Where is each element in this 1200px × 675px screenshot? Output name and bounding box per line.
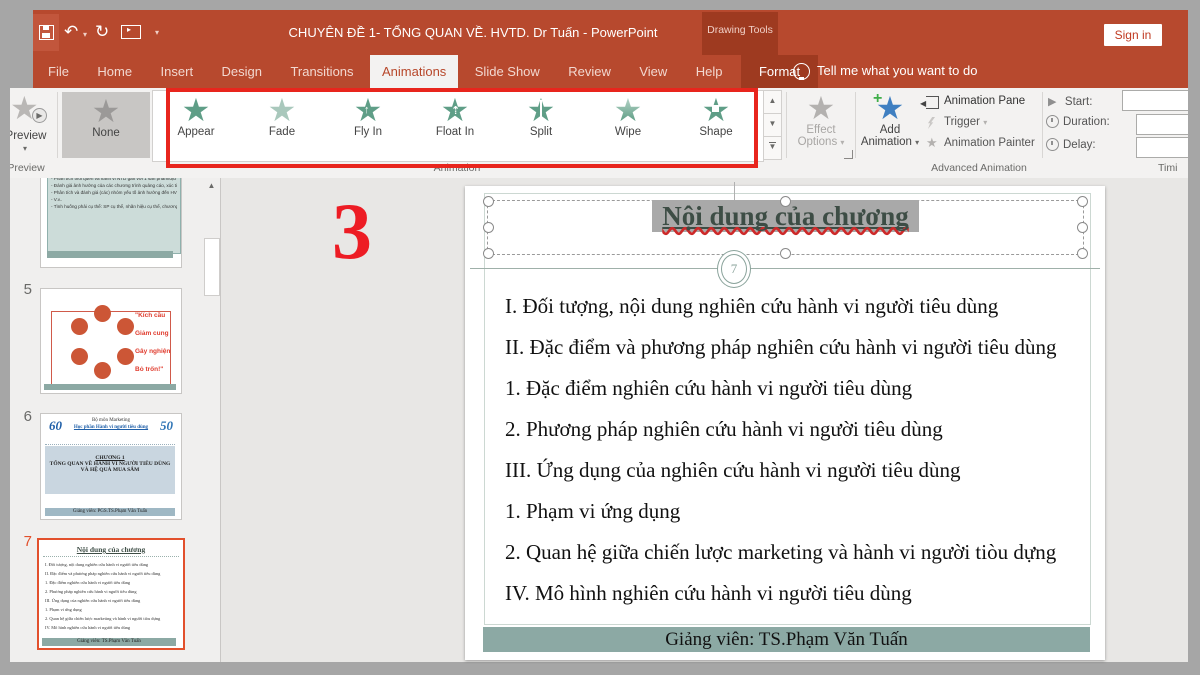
content-line: III. Ứng dụng của nghiên cứu hành vi ngư… [505,458,1057,483]
selection-handle[interactable] [483,222,494,233]
duration-row: Duration: [1046,115,1110,128]
preview-button[interactable]: ★ ▶ Preview ▾ [10,90,56,160]
content-line: I. Đối tượng, nội dung nghiên cứu hành v… [505,294,1057,319]
content-line: 1. Phạm vi ứng dụng [505,499,1057,524]
content-line: II. Đặc điểm và phương pháp nghiên cứu h… [505,335,1057,360]
selection-handle[interactable] [780,196,791,207]
tab-file[interactable]: File [36,55,81,88]
annotation-step-number: 3 [332,192,372,272]
animation-painter-star-icon: ★ [926,135,938,151]
selection-handle[interactable] [1077,222,1088,233]
duration-label: Duration: [1063,116,1110,128]
delay-timer-icon [1046,138,1059,151]
content-textbox[interactable]: I. Đối tượng, nội dung nghiên cứu hành v… [505,294,1057,606]
selection-handle[interactable] [1077,248,1088,259]
ribbon-tab-row: File Home Insert Design Transitions Anim… [33,55,1188,88]
start-input[interactable] [1122,90,1188,111]
thumbnail-number-7: 7 [14,533,32,550]
tab-view[interactable]: View [627,55,679,88]
thumbnail-slide-6[interactable]: 60 50 Bộ môn Marketing Học phần Hành vi … [40,413,182,520]
advanced-animation-group-label: Advanced Animation [859,162,1099,174]
thumbnail-slide-4[interactable]: - Phân tích thói quen và hành vi NTD gắn… [40,178,182,268]
tab-animations[interactable]: Animations [370,55,458,88]
undo-dropdown-icon[interactable]: ▾ [83,30,87,39]
selection-handle[interactable] [780,248,791,259]
delay-label: Delay: [1063,139,1096,151]
save-button[interactable] [33,14,59,51]
effect-options-button[interactable]: ★ Effect Options ▾ [790,90,852,160]
save-icon [39,25,54,40]
tab-review[interactable]: Review [556,55,623,88]
tab-transitions[interactable]: Transitions [278,55,365,88]
animation-dialog-launcher-icon[interactable] [844,150,853,159]
redo-button[interactable]: ↻ [95,22,109,42]
selection-handle[interactable] [1077,196,1088,207]
preview-label: Preview [10,130,56,142]
thumbnail-scrollbar[interactable]: ▲ [203,178,220,662]
none-star-icon: ★ [62,95,150,127]
content-line: IV. Mô hình nghiên cứu hành vi người tiê… [505,581,1057,606]
drawing-tools-label: Drawing Tools [702,24,778,36]
window-title: CHUYÊN ĐỀ 1- TỔNG QUAN VỀ. HVTD. Dr Tuấn… [263,25,683,40]
scrollbar-thumb[interactable] [204,238,220,296]
tell-me-box[interactable]: Tell me what you want to do [817,63,977,78]
thumbnail-slide-5[interactable]: "Kích cầu Giảm cung Gây nghiện Bỏ trốn!" [40,288,182,394]
add-animation-button[interactable]: ★ + Add Animation ▾ [859,90,921,160]
lightbulb-icon [793,63,810,80]
scrollbar-up-icon[interactable]: ▲ [203,178,220,194]
annotation-highlight-box [166,88,758,168]
gallery-scroll-down[interactable]: ▼ [763,113,782,137]
animation-none-button[interactable]: ★ None [62,92,150,158]
tab-design[interactable]: Design [210,55,274,88]
slideshow-icon[interactable]: ▸ [121,25,141,39]
thumbnail-slide-7-selected[interactable]: Nội dung của chương I. Đối tượng, nội du… [37,538,185,650]
undo-button[interactable]: ↶ [64,22,78,42]
delay-row: Delay: [1046,138,1096,151]
content-line: 2. Quan hệ giữa chiến lược marketing và … [505,540,1057,565]
thumbnail-number-6: 6 [14,408,32,425]
sign-in-button[interactable]: Sign in [1104,24,1162,46]
slide-footer-bar: Giảng viên: TS.Phạm Văn Tuấn [483,627,1090,652]
effect-options-star-icon: ★ [790,92,852,124]
title-divider-line [470,268,1100,269]
tab-home[interactable]: Home [85,55,144,88]
qat-customize-icon[interactable]: ▾ [155,28,159,37]
delay-input[interactable] [1136,137,1188,158]
trigger-lightning-icon [928,117,935,129]
add-animation-star-icon: ★ [859,92,921,124]
preview-group-label: Preview [10,162,56,174]
preview-play-icon: ▶ [32,108,47,123]
slide-number-ornament: 7 [717,250,751,288]
title-bar: ↶ ▾ ↻ ▸ ▾ CHUYÊN ĐỀ 1- TỔNG QUAN VỀ. HVT… [33,10,1188,55]
tab-insert[interactable]: Insert [149,55,206,88]
duration-input[interactable] [1136,114,1188,135]
gallery-more-button[interactable]: ▼ [763,136,782,160]
selection-handle[interactable] [483,196,494,207]
thumbnail-number-5: 5 [14,281,32,298]
slide-thumbnail-panel: - Phân tích thói quen và hành vi NTD gắn… [10,178,221,662]
tab-slideshow[interactable]: Slide Show [463,55,552,88]
animation-pane-icon: ◀ [926,96,939,109]
slide-editor[interactable]: Nội dung của chương 7 I. Đối tượng, nội … [465,186,1105,660]
duration-clock-icon [1046,115,1059,128]
title-textbox-selected[interactable]: Nội dung của chương [487,200,1084,255]
timing-group-label: Timi [1158,162,1188,174]
content-line: 2. Phương pháp nghiên cứu hành vi người … [505,417,1057,442]
logo-60: 60 [49,418,62,434]
start-label: Start: [1065,96,1092,108]
logo-50: 50 [160,418,173,434]
cycle-node [94,305,111,322]
start-row: ▶ Start: [1048,92,1092,110]
gallery-scroll-up[interactable]: ▲ [763,90,782,114]
start-play-icon: ▶ [1048,96,1056,108]
none-label: None [62,127,150,139]
selection-handle[interactable] [483,248,494,259]
tab-help[interactable]: Help [684,55,735,88]
content-line: 1. Đặc điểm nghiên cứu hành vi người tiê… [505,376,1057,401]
